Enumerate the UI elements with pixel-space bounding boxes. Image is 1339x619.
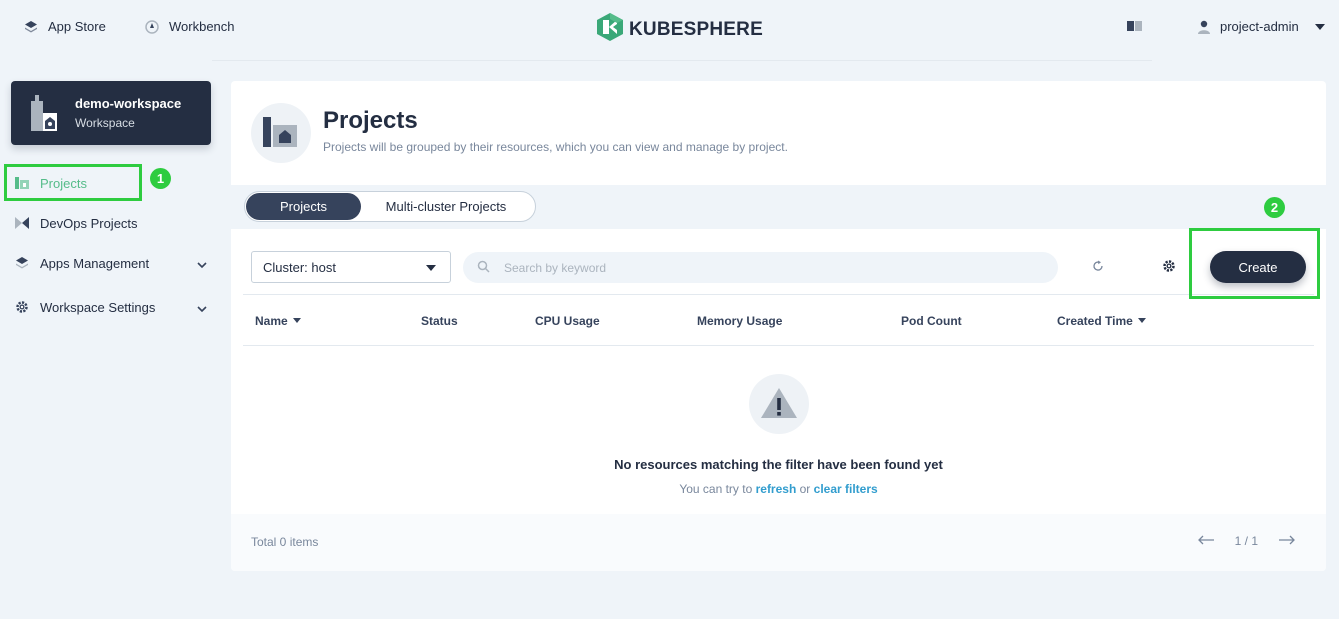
- workspace-card[interactable]: demo-workspace Workspace: [11, 81, 211, 145]
- column-name[interactable]: Name: [255, 314, 301, 328]
- toolbar: Cluster: host Search by keyword Create: [231, 241, 1326, 293]
- search-placeholder: Search by keyword: [504, 260, 607, 275]
- arrow-right-icon[interactable]: [1278, 534, 1296, 548]
- kubesphere-logo-icon: [597, 13, 623, 47]
- column-memory-usage: Memory Usage: [697, 314, 783, 328]
- warning-icon: [749, 374, 809, 434]
- total-count: Total 0 items: [251, 535, 319, 549]
- pagination: 1 / 1: [1197, 534, 1296, 548]
- arrow-left-icon[interactable]: [1197, 534, 1215, 548]
- top-bar: App Store Workbench KUBESPHERE project-a…: [0, 0, 1339, 54]
- top-divider: [212, 60, 1152, 61]
- app-store-icon: [24, 20, 38, 34]
- table-header: Name Status CPU Usage Memory Usage Pod C…: [243, 294, 1314, 346]
- column-pod-count: Pod Count: [901, 314, 962, 328]
- logo-text: KUBESPHERE: [629, 19, 763, 40]
- page-title: Projects: [323, 107, 418, 134]
- sort-icon: [292, 317, 301, 323]
- cluster-select-value: Cluster: host: [263, 259, 336, 275]
- sidebar-item-label: Workspace Settings: [40, 299, 156, 315]
- sidebar-item-label: DevOps Projects: [40, 215, 138, 231]
- column-status: Status: [421, 314, 458, 328]
- projects-header-icon: [251, 103, 311, 163]
- cluster-select[interactable]: Cluster: host: [251, 251, 451, 283]
- table-footer: Total 0 items 1 / 1: [231, 514, 1326, 571]
- workspace-icon: [29, 95, 59, 134]
- page-description: Projects will be grouped by their resour…: [323, 140, 788, 154]
- search-input[interactable]: Search by keyword: [463, 252, 1058, 283]
- caret-down-icon: [426, 265, 436, 271]
- search-icon: [477, 260, 490, 276]
- page-indicator: 1 / 1: [1234, 534, 1258, 548]
- tabs-band: Projects Multi-cluster Projects: [231, 185, 1326, 229]
- empty-hint-prefix: You can try to: [679, 482, 753, 496]
- apps-icon: [13, 256, 31, 270]
- devops-icon: [13, 217, 31, 229]
- sidebar-item-apps-management[interactable]: Apps Management: [11, 250, 211, 276]
- docs-icon[interactable]: [1127, 20, 1142, 35]
- tab-projects[interactable]: Projects: [246, 193, 361, 220]
- refresh-icon[interactable]: [1092, 260, 1104, 275]
- project-type-tabs: Projects Multi-cluster Projects: [244, 191, 536, 222]
- step-badge-2: 2: [1264, 197, 1285, 218]
- gear-icon[interactable]: [1162, 259, 1176, 276]
- tab-multi-cluster-projects[interactable]: Multi-cluster Projects: [361, 193, 531, 220]
- column-cpu-usage: CPU Usage: [535, 314, 600, 328]
- workspace-name: demo-workspace: [75, 96, 182, 111]
- settings-icon: [13, 300, 31, 314]
- step-badge-1: 1: [150, 168, 171, 189]
- sidebar-item-workspace-settings[interactable]: Workspace Settings: [11, 294, 211, 320]
- sidebar-item-label: Apps Management: [40, 255, 150, 271]
- app-store-label: App Store: [48, 19, 106, 34]
- app-store-link[interactable]: App Store: [24, 19, 106, 34]
- user-menu[interactable]: project-admin: [1198, 19, 1325, 34]
- workbench-link[interactable]: Workbench: [145, 19, 235, 34]
- workbench-label: Workbench: [169, 19, 235, 34]
- kubesphere-logo[interactable]: KUBESPHERE: [597, 13, 763, 47]
- refresh-link[interactable]: refresh: [756, 482, 797, 496]
- sort-icon: [1137, 317, 1146, 323]
- column-created-time[interactable]: Created Time: [1057, 314, 1146, 328]
- workbench-icon: [145, 19, 159, 34]
- highlight-create: [1189, 228, 1320, 299]
- user-icon: [1198, 20, 1210, 34]
- user-name: project-admin: [1220, 19, 1299, 34]
- empty-state-hint: You can try to refresh or clear filters: [231, 482, 1326, 496]
- clear-filters-link[interactable]: clear filters: [814, 482, 878, 496]
- sidebar-item-devops-projects[interactable]: DevOps Projects: [11, 210, 211, 236]
- chevron-down-icon: [197, 301, 207, 316]
- chevron-down-icon: [197, 257, 207, 272]
- workspace-type: Workspace: [75, 116, 135, 130]
- chevron-down-icon: [1314, 23, 1325, 30]
- empty-hint-or: or: [799, 482, 811, 496]
- main-panel: Projects Projects will be grouped by the…: [231, 81, 1326, 571]
- empty-state-title: No resources matching the filter have be…: [614, 457, 943, 472]
- highlight-projects: [4, 164, 142, 201]
